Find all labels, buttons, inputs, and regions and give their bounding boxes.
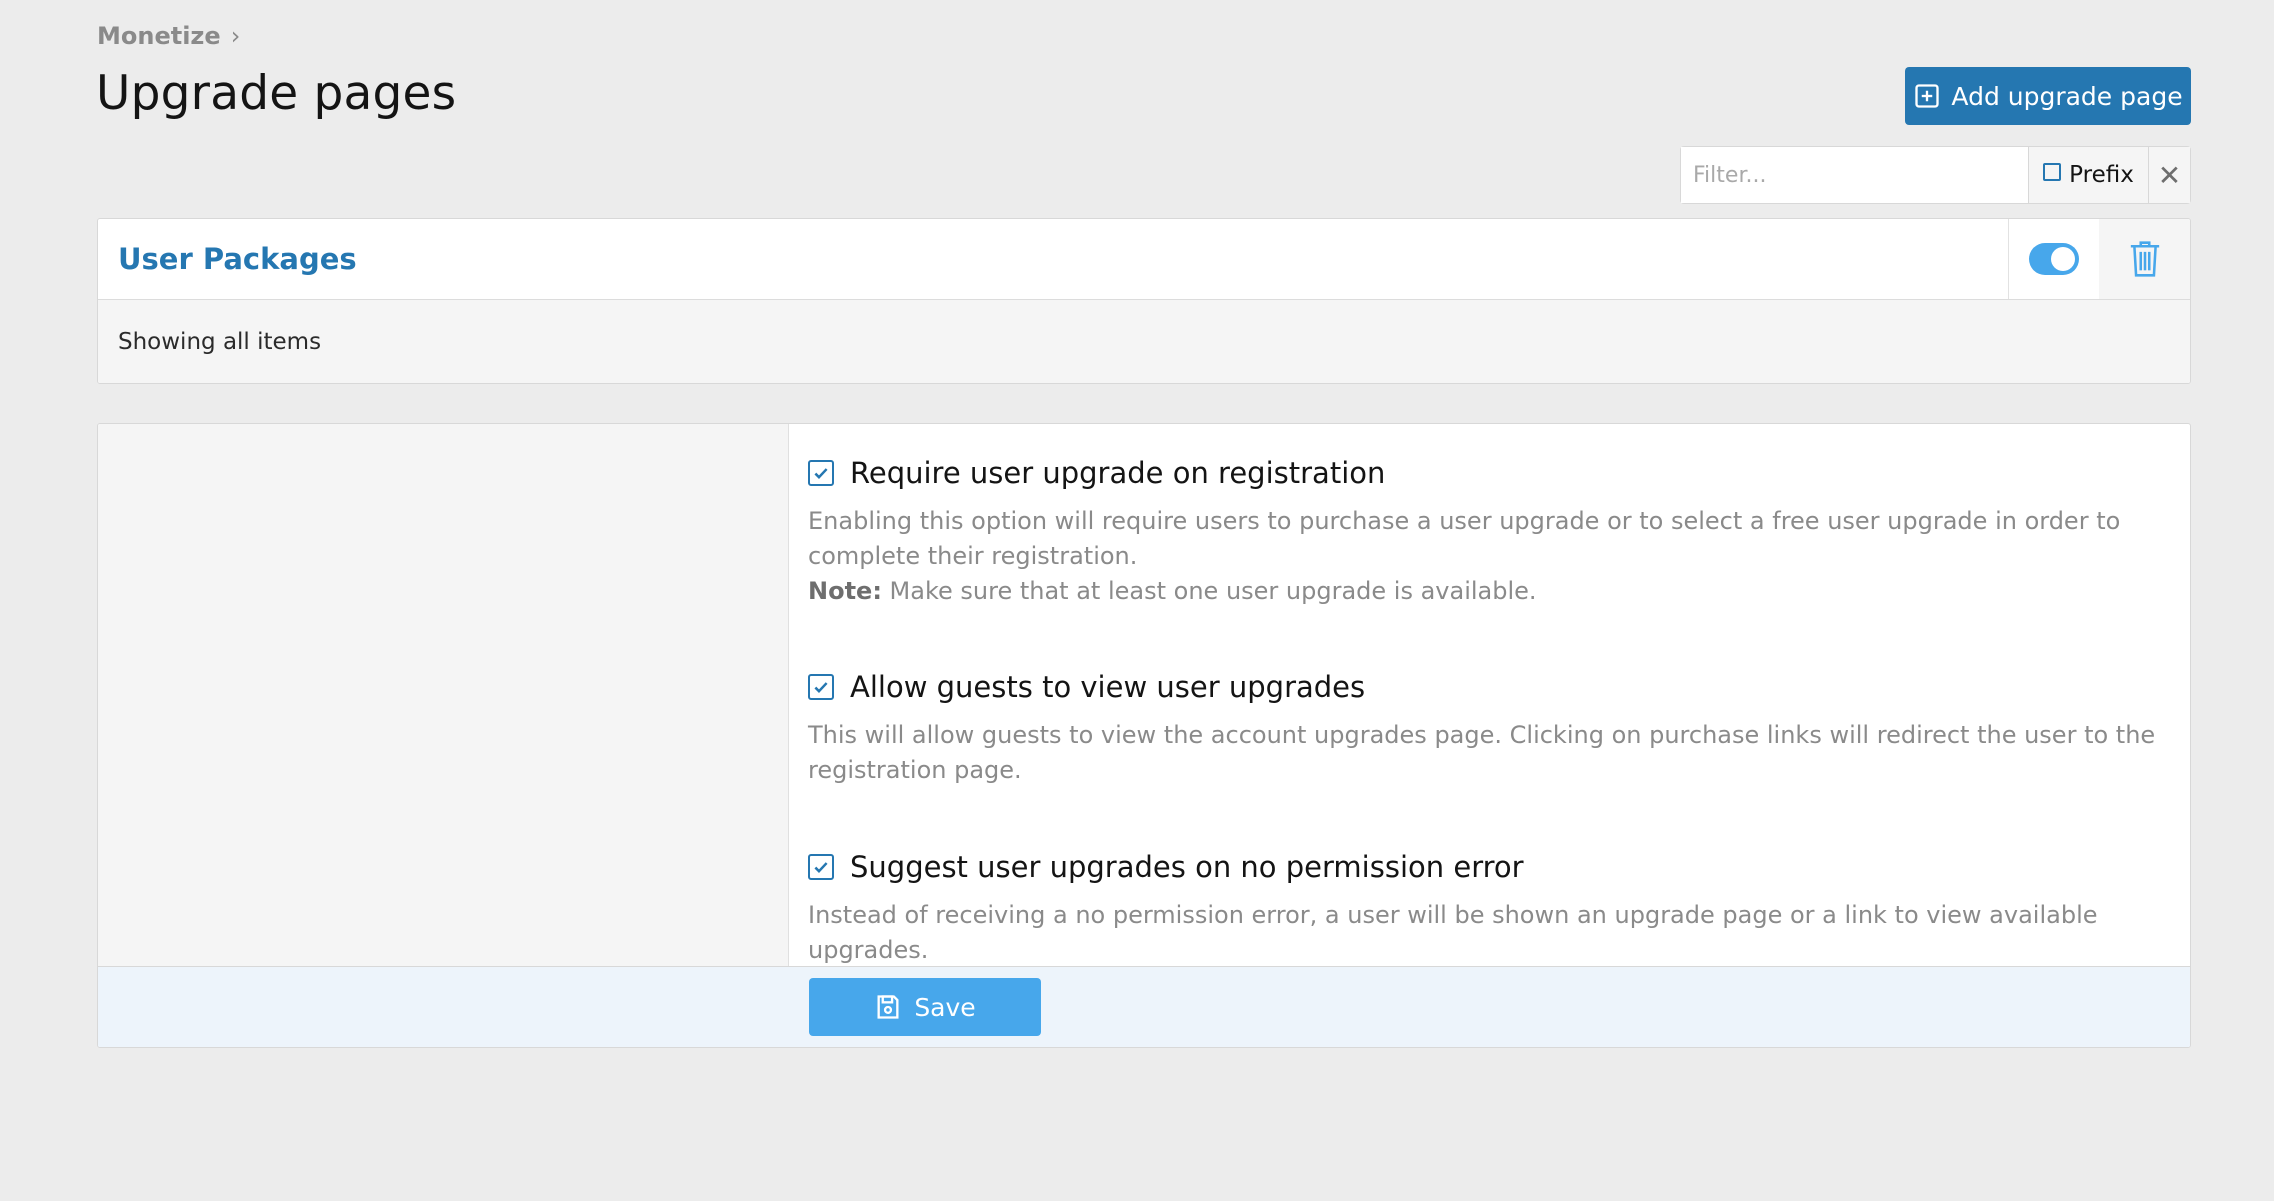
- require-upgrade-checkbox[interactable]: [808, 460, 834, 486]
- prefix-label: Prefix: [2069, 162, 2134, 188]
- add-upgrade-page-button[interactable]: Add upgrade page: [1905, 67, 2191, 125]
- breadcrumb-link-monetize[interactable]: Monetize: [97, 22, 221, 50]
- option-require-upgrade: Require user upgrade on registration Ena…: [808, 456, 2178, 609]
- option-description: Instead of receiving a no permission err…: [808, 901, 2098, 964]
- add-upgrade-page-label: Add upgrade page: [1951, 81, 2183, 111]
- option-description: Enabling this option will require users …: [808, 507, 2121, 570]
- option-label[interactable]: Require user upgrade on registration: [850, 456, 1385, 490]
- prefix-checkbox-box[interactable]: [2043, 163, 2062, 181]
- save-label: Save: [914, 992, 976, 1022]
- prefix-checkbox[interactable]: Prefix: [2029, 147, 2149, 203]
- save-icon: [877, 995, 899, 1019]
- option-guests-view: Allow guests to view user upgrades This …: [808, 670, 2178, 788]
- checkmark-icon: [814, 682, 828, 693]
- block-header: User Packages: [98, 219, 2190, 300]
- close-icon: ✕: [2157, 158, 2182, 192]
- note-text: Make sure that at least one user upgrade…: [881, 577, 1537, 605]
- breadcrumb-separator: ›: [230, 22, 241, 50]
- option-note: Note: Make sure that at least one user u…: [808, 574, 2178, 609]
- note-label: Note:: [808, 577, 882, 605]
- page-title: Upgrade pages: [96, 66, 457, 121]
- delete-button[interactable]: [2099, 219, 2190, 299]
- user-packages-block: User Packages Showing all items: [97, 218, 2191, 384]
- plus-square-icon: [1915, 84, 1940, 108]
- suggest-upgrades-checkbox[interactable]: [808, 854, 834, 880]
- form-label-column: [98, 424, 789, 966]
- active-toggle[interactable]: [2029, 243, 2079, 275]
- option-suggest-upgrades: Suggest user upgrades on no permission e…: [808, 850, 2178, 968]
- breadcrumb: Monetize ›: [97, 22, 240, 50]
- page: Monetize › Upgrade pages Add upgrade pag…: [0, 0, 2274, 1201]
- block-title-link[interactable]: User Packages: [98, 219, 2008, 299]
- option-label[interactable]: Allow guests to view user upgrades: [850, 670, 1365, 704]
- block-footer: Showing all items: [98, 300, 2190, 383]
- form-footer: Save: [98, 966, 2190, 1047]
- filter-input[interactable]: [1681, 147, 2029, 203]
- filter-bar: Prefix ✕: [1680, 146, 2191, 204]
- option-label[interactable]: Suggest user upgrades on no permission e…: [850, 850, 1524, 884]
- toggle-cell: [2008, 219, 2099, 299]
- filter-clear-button[interactable]: ✕: [2149, 147, 2190, 203]
- options-form: Require user upgrade on registration Ena…: [97, 423, 2191, 1048]
- option-description: This will allow guests to view the accou…: [808, 721, 2156, 784]
- trash-icon: [2130, 241, 2159, 277]
- checkmark-icon: [814, 468, 828, 479]
- guests-view-checkbox[interactable]: [808, 674, 834, 700]
- save-button[interactable]: Save: [809, 978, 1041, 1036]
- checkmark-icon: [814, 862, 828, 873]
